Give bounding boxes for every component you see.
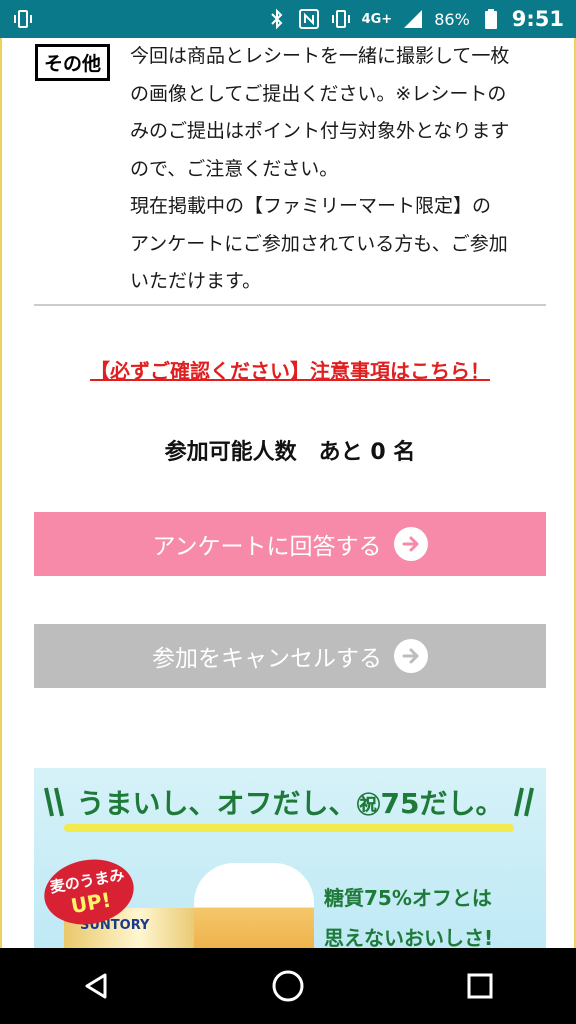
description-line: 現在掲載中の【ファミリーマート限定】の — [130, 195, 492, 217]
copy-line: 糖質75%オフとは — [324, 886, 492, 910]
new-mark-icon: ㊗ — [356, 791, 381, 819]
signal-icon — [402, 8, 424, 30]
navigation-bar — [0, 948, 576, 1024]
description-line: いただけます。 — [130, 270, 262, 292]
back-triangle-icon — [85, 973, 107, 999]
headline-highlight — [64, 824, 514, 832]
clock-time: 9:51 — [511, 7, 564, 31]
description-line: みのご提出はポイント付与対象外となります — [130, 120, 510, 142]
arrow-right-icon — [393, 527, 428, 561]
recents-button[interactable] — [450, 956, 510, 1016]
beer-glass-image — [194, 863, 314, 948]
vibrate-icon — [12, 8, 34, 30]
arrow-right-icon — [394, 639, 428, 673]
recents-square-icon — [467, 973, 493, 999]
description-line: 今回は商品とレシートを一緒に撮影して一枚 — [130, 45, 510, 67]
description-line: アンケートにご参加されている方も、ご参加 — [130, 232, 508, 255]
battery-icon — [480, 8, 502, 30]
section-divider — [34, 304, 546, 306]
cancel-participation-button[interactable]: 参加をキャンセルする — [34, 624, 546, 688]
home-button[interactable] — [258, 956, 318, 1016]
answer-survey-label: アンケートに回答する — [152, 534, 382, 560]
promo-banner[interactable]: うまいし、オフだし、㊗75だし。 SUNTORY 麦のうまみ UP! 糖質75%… — [34, 768, 546, 948]
nfc-icon — [298, 8, 320, 30]
bluetooth-icon — [266, 8, 288, 30]
web-page-content: その他 今回は商品とレシートを一緒に撮影して一枚 の画像としてご提出ください。※… — [0, 38, 576, 948]
home-circle-icon — [272, 970, 304, 1002]
participant-capacity: 参加可能人数 あと 0 名 — [164, 440, 416, 465]
headline-part: うまいし、オフだし、 — [76, 787, 357, 820]
banner-headline: うまいし、オフだし、㊗75だし。 — [34, 782, 546, 822]
description-line: の画像としてご提出ください。※レシートの — [130, 82, 507, 105]
battery-percent: 86% — [434, 9, 470, 29]
answer-survey-button[interactable]: アンケートに回答する — [34, 512, 546, 576]
back-button[interactable] — [66, 956, 126, 1016]
network-type: 4G+ — [361, 11, 393, 27]
category-tag: その他 — [35, 44, 111, 81]
cancel-participation-label: 参加をキャンセルする — [152, 646, 382, 672]
headline-part: 75だし。 — [380, 787, 504, 820]
status-bar: 4G+ 86% 9:51 — [0, 0, 576, 38]
banner-copy: 糖質75%オフとは 思えないおいしさ! — [324, 878, 539, 948]
description-text: 今回は商品とレシートを一緒に撮影して一枚 の画像としてご提出ください。※レシート… — [130, 38, 530, 301]
description-line: ので、ご注意ください。 — [130, 157, 339, 180]
copy-line: 思えないおいしさ! — [324, 926, 494, 948]
notice-link[interactable]: 【必ずご確認ください】注意事項はこちら！ — [2, 355, 574, 384]
vibrate-mode-icon — [330, 8, 352, 30]
